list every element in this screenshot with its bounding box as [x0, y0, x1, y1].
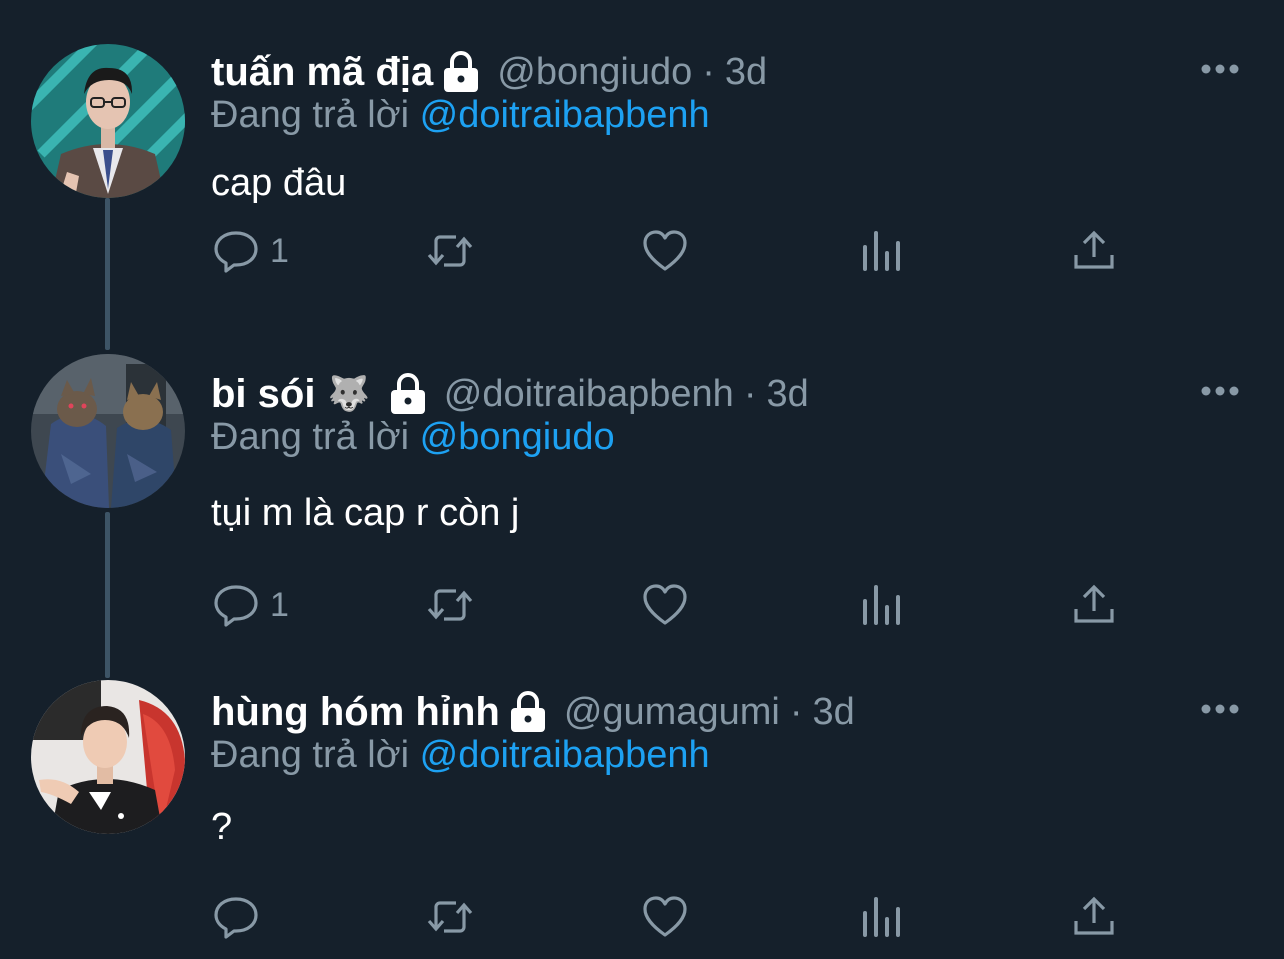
- user-handle[interactable]: @doitraibapbenh: [444, 373, 734, 416]
- timestamp[interactable]: 3d: [725, 51, 767, 94]
- separator-dot: ·: [743, 372, 757, 415]
- tweet-text: ?: [211, 806, 233, 848]
- share-button[interactable]: [1070, 892, 1118, 942]
- reply-icon: [214, 585, 258, 627]
- share-button[interactable]: [1070, 226, 1118, 276]
- like-icon: [643, 584, 687, 625]
- replying-to-label: Đang trả lời: [211, 734, 410, 776]
- lock-icon: [388, 372, 428, 416]
- retweet-icon: [427, 589, 473, 621]
- analytics-icon: [863, 231, 900, 271]
- more-icon[interactable]: [1200, 702, 1240, 714]
- lock-icon: [508, 690, 548, 734]
- reply-count: 1: [270, 585, 289, 624]
- avatar[interactable]: [31, 44, 185, 198]
- share-icon: [1074, 584, 1114, 623]
- reply-button[interactable]: 1: [212, 580, 289, 630]
- retweet-button[interactable]: [426, 892, 474, 942]
- tweet-actions: [0, 892, 1284, 942]
- share-icon: [1074, 896, 1114, 935]
- retweet-button[interactable]: [426, 226, 474, 276]
- like-icon: [643, 896, 687, 937]
- replying-to-handle[interactable]: @bongiudo: [420, 416, 615, 458]
- display-name[interactable]: bi sói: [211, 372, 315, 417]
- reply-icon: [214, 897, 258, 939]
- analytics-icon: [863, 585, 900, 625]
- timestamp[interactable]: 3d: [812, 691, 854, 734]
- tweet-header: bi sói 🐺 @doitraibapbenh · 3d: [211, 366, 809, 422]
- separator-dot: ·: [702, 50, 715, 93]
- analytics-icon: [863, 897, 900, 937]
- tweet-text: tụi m là cap r còn j: [211, 492, 520, 534]
- reply-thread: tuấn mã địa @bongiudo · 3d Đang trả lời …: [0, 0, 1284, 959]
- tweet-text: cap đâu: [211, 162, 347, 204]
- retweet-icon: [427, 235, 473, 267]
- share-button[interactable]: [1070, 580, 1118, 630]
- retweet-button[interactable]: [426, 580, 474, 630]
- user-handle[interactable]: @gumagumi: [564, 691, 780, 734]
- replying-to: Đang trả lời @doitraibapbenh: [211, 94, 710, 137]
- tweet-actions: 1: [0, 580, 1284, 630]
- like-button[interactable]: [641, 226, 689, 276]
- replying-to: Đang trả lời @bongiudo: [211, 416, 615, 459]
- tweet-header: hùng hóm hỉnh @gumagumi · 3d: [211, 684, 855, 740]
- more-icon[interactable]: [1200, 384, 1240, 396]
- reply-button[interactable]: 1: [212, 226, 289, 276]
- more-icon[interactable]: [1200, 62, 1240, 74]
- replying-to: Đang trả lời @doitraibapbenh: [211, 734, 710, 777]
- like-icon: [643, 230, 687, 271]
- replying-to-handle[interactable]: @doitraibapbenh: [420, 734, 710, 776]
- user-handle[interactable]: @bongiudo: [497, 51, 692, 94]
- reply-icon: [214, 231, 258, 273]
- analytics-button[interactable]: [857, 580, 905, 630]
- display-name[interactable]: hùng hóm hỉnh: [211, 690, 500, 735]
- avatar[interactable]: [31, 680, 185, 834]
- replying-to-label: Đang trả lời: [211, 94, 410, 136]
- share-icon: [1074, 230, 1114, 269]
- separator-dot: ·: [789, 690, 803, 733]
- replying-to-label: Đang trả lời: [211, 416, 410, 458]
- like-button[interactable]: [641, 580, 689, 630]
- reply-count: 1: [270, 231, 289, 270]
- display-name[interactable]: tuấn mã địa: [211, 50, 433, 95]
- reply-button[interactable]: [212, 892, 270, 942]
- lock-icon: [441, 50, 481, 94]
- replying-to-handle[interactable]: @doitraibapbenh: [420, 94, 710, 136]
- analytics-button[interactable]: [857, 892, 905, 942]
- like-button[interactable]: [641, 892, 689, 942]
- timestamp[interactable]: 3d: [766, 373, 808, 416]
- avatar[interactable]: [31, 354, 185, 508]
- tweet-header: tuấn mã địa @bongiudo · 3d: [211, 44, 767, 100]
- analytics-button[interactable]: [857, 226, 905, 276]
- wolf-emoji: 🐺: [327, 375, 370, 413]
- tweet-actions: 1: [0, 226, 1284, 276]
- retweet-icon: [427, 901, 473, 933]
